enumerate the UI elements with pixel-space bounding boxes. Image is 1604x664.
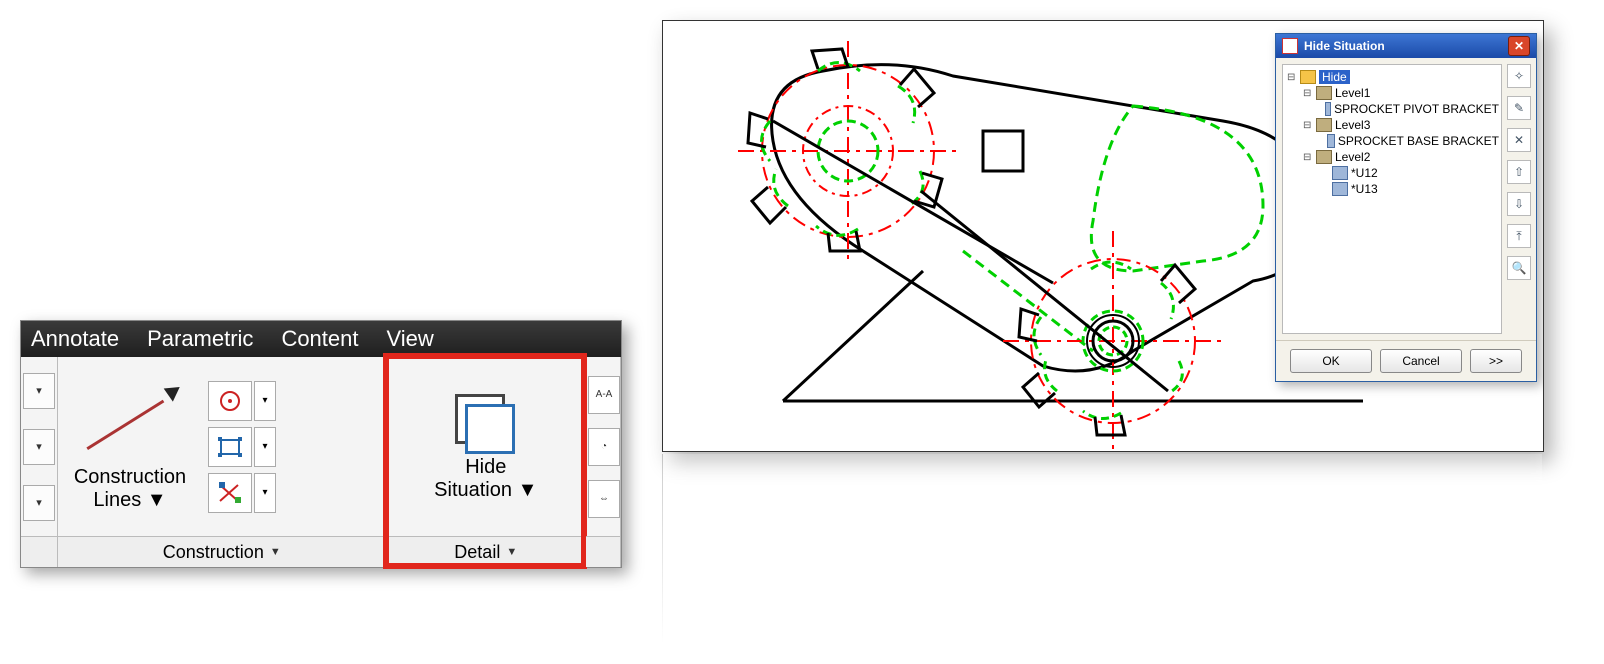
detail-circle-button[interactable]: ◔: [588, 428, 620, 466]
detail-panel-title: Detail: [454, 542, 500, 563]
assoc-rect-dropdown[interactable]: ▾: [254, 427, 276, 467]
tree-item-label: SPROCKET BASE BRACKET: [1338, 134, 1499, 148]
drawing-canvas[interactable]: Hide Situation ✕ Hide: [662, 20, 1544, 452]
dialog-button-row: OK Cancel >>: [1276, 340, 1536, 381]
dialog-toolbar: ✧ ✎ ✕ ⇧ ⇩ ⤒ 🔍: [1506, 58, 1536, 340]
move-down-icon[interactable]: ⇩: [1507, 192, 1531, 216]
tree-item-label: SPROCKET PIVOT BRACKET: [1334, 102, 1499, 116]
hide-situation-icon: [451, 392, 521, 452]
cancel-button[interactable]: Cancel: [1380, 349, 1462, 373]
construction-line-icon: [70, 382, 190, 462]
ok-button[interactable]: OK: [1290, 349, 1372, 373]
new-level-icon[interactable]: ✧: [1507, 64, 1531, 88]
zoom-extents-icon[interactable]: 🔍: [1507, 256, 1531, 280]
tree-level-label: Level2: [1335, 150, 1370, 164]
hide-situation-label-l2: Situation: [434, 479, 512, 501]
tree-item[interactable]: SPROCKET BASE BRACKET: [1319, 133, 1499, 149]
tree-level[interactable]: Level1: [1303, 85, 1499, 101]
tree-level[interactable]: Level2: [1303, 149, 1499, 165]
tree-item-label: *U13: [1351, 182, 1378, 196]
chevron-down-icon: ▼: [270, 546, 281, 558]
center-mark-dropdown[interactable]: ▾: [254, 381, 276, 421]
dropdown-sliver-3[interactable]: ▾: [23, 485, 55, 521]
ribbon-panel-construction: Construction Lines ▼ ▾ ▾: [58, 357, 387, 567]
level-icon: [1316, 150, 1332, 164]
part-icon: [1332, 166, 1348, 180]
assoc-erase-icon: [216, 479, 244, 507]
part-icon: [1332, 182, 1348, 196]
center-mark-icon: [216, 387, 244, 415]
hide-situation-label-l1: Hide: [465, 456, 506, 478]
tree-level-label: Level1: [1335, 86, 1370, 100]
assoc-rect-button[interactable]: [208, 427, 252, 467]
tree-item[interactable]: *U13: [1319, 181, 1499, 197]
app-icon: [1282, 38, 1298, 54]
hide-situation-dialog: Hide Situation ✕ Hide: [1275, 33, 1537, 382]
ribbon-panel-left-sliver: ▾ ▾ ▾: [21, 357, 58, 567]
close-icon[interactable]: ✕: [1508, 36, 1530, 56]
part-icon: [1327, 134, 1335, 148]
tree-root-label: Hide: [1319, 70, 1350, 84]
dropdown-sliver-1[interactable]: ▾: [23, 373, 55, 409]
delete-icon[interactable]: ✕: [1507, 128, 1531, 152]
break-button[interactable]: ⇔: [588, 480, 620, 518]
tab-view[interactable]: View: [387, 326, 434, 352]
tree-root[interactable]: Hide: [1287, 69, 1499, 85]
hide-situation-button[interactable]: Hide Situation ▼: [422, 384, 549, 510]
ribbon-panel-right-sliver: A-A ◔ ⇔: [586, 357, 621, 567]
expand-button[interactable]: >>: [1470, 349, 1522, 373]
construction-lines-button[interactable]: Construction Lines ▼: [58, 374, 202, 520]
assoc-erase-dropdown[interactable]: ▾: [254, 473, 276, 513]
chevron-down-icon: ▼: [518, 479, 538, 501]
tree-item[interactable]: SPROCKET PIVOT BRACKET: [1319, 101, 1499, 117]
ribbon: Annotate Parametric Content View ▾ ▾ ▾: [20, 320, 622, 568]
construction-mini-buttons: ▾ ▾ ▾: [208, 381, 276, 513]
tab-annotate[interactable]: Annotate: [31, 326, 119, 352]
chevron-down-icon: ▼: [506, 546, 517, 558]
reflection-decoration: [662, 454, 1542, 644]
move-up-icon[interactable]: ⇧: [1507, 160, 1531, 184]
center-mark-button[interactable]: [208, 381, 252, 421]
assoc-erase-button[interactable]: [208, 473, 252, 513]
dialog-title: Hide Situation: [1304, 39, 1385, 53]
move-top-icon[interactable]: ⤒: [1507, 224, 1531, 248]
dropdown-sliver-2[interactable]: ▾: [23, 429, 55, 465]
hide-level-tree[interactable]: Hide Level1 SPROCKET PIVOT BRACKET: [1282, 64, 1502, 334]
tree-level-label: Level3: [1335, 118, 1370, 132]
ribbon-panel-detail: Hide Situation ▼ Detail ▼: [387, 357, 586, 567]
chevron-down-icon: ▼: [147, 489, 167, 511]
tree-level[interactable]: Level3: [1303, 117, 1499, 133]
dialog-titlebar[interactable]: Hide Situation ✕: [1276, 34, 1536, 58]
ribbon-tab-strip: Annotate Parametric Content View: [21, 321, 621, 357]
section-line-button[interactable]: A-A: [588, 376, 620, 414]
construction-lines-label-l1: Construction: [74, 466, 186, 488]
folder-icon: [1300, 70, 1316, 84]
construction-panel-title: Construction: [163, 542, 264, 563]
tree-item-label: *U12: [1351, 166, 1378, 180]
level-icon: [1316, 86, 1332, 100]
part-icon: [1325, 102, 1331, 116]
tab-content[interactable]: Content: [281, 326, 358, 352]
level-icon: [1316, 118, 1332, 132]
construction-lines-label-l2: Lines: [93, 489, 141, 511]
assoc-rect-icon: [216, 433, 244, 461]
tab-parametric[interactable]: Parametric: [147, 326, 253, 352]
edit-icon[interactable]: ✎: [1507, 96, 1531, 120]
tree-item[interactable]: *U12: [1319, 165, 1499, 181]
